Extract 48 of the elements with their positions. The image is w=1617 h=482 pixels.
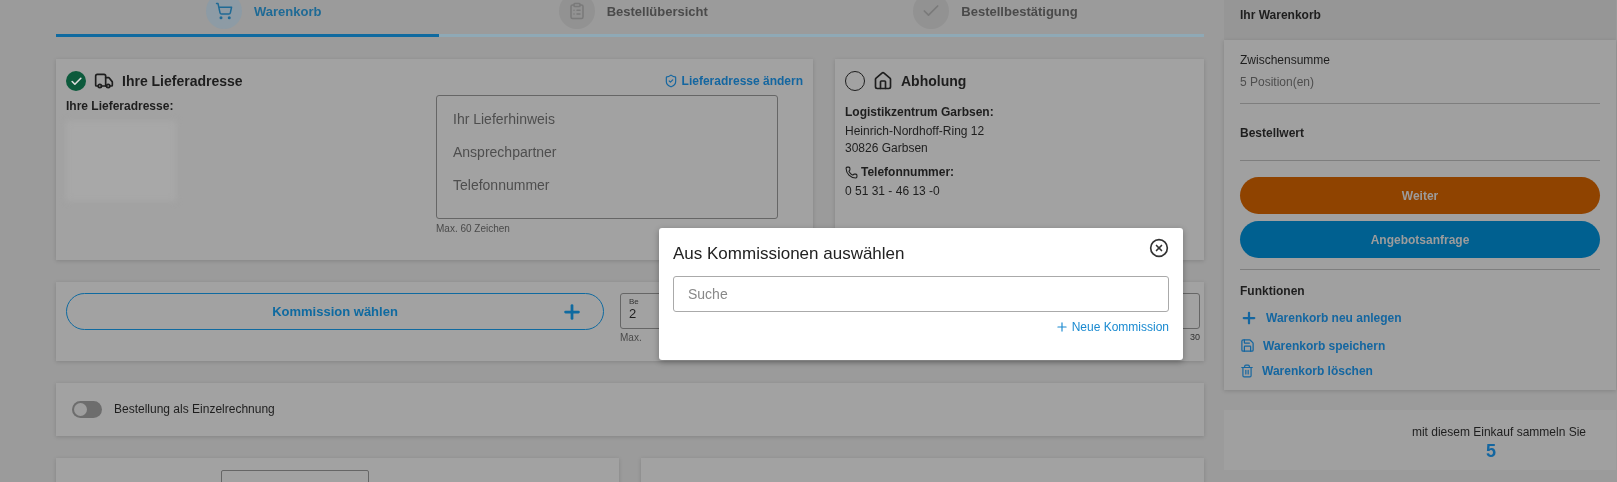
house-icon — [873, 71, 893, 91]
positions-count: 5 Position(en) — [1240, 75, 1316, 89]
continue-button[interactable]: Weiter — [1240, 177, 1600, 214]
phone-label: Telefonnummer: — [861, 165, 955, 179]
street-text: Heinrich-Nordhoff-Ring 12 — [845, 123, 986, 140]
delivery-input[interactable]: Ansprechpartner — [451, 135, 763, 168]
step-label[interactable]: Bestellübersicht — [606, 3, 708, 19]
cart-icon — [206, 0, 242, 29]
phone-number: 0 51 31 - 46 13 -0 — [845, 183, 941, 200]
cart-function-link[interactable]: Warenkorb neu anlegen — [1240, 309, 1600, 327]
card-title: Ihre Lieferadresse — [122, 73, 243, 89]
change-address-link[interactable]: Lieferadresse ändern — [663, 74, 803, 88]
close-icon[interactable] — [1149, 238, 1169, 258]
quote-request-button[interactable]: Angebotsanfrage — [1240, 221, 1600, 258]
plus-icon — [1240, 309, 1258, 327]
location-name: Logistikzentrum Garbsen: — [845, 105, 995, 119]
checkmark-icon[interactable] — [66, 71, 86, 91]
field-hint: Max. 60 Zeichen — [436, 223, 511, 234]
check-icon — [913, 0, 950, 29]
points-text: mit diesem Einkauf sammeln Sie — [1411, 424, 1586, 441]
cart-function-link[interactable]: Warenkorb speichern — [1240, 338, 1600, 353]
delivery-note-field[interactable]: Ihr Lieferhinweis Ansprechpartner Telefonnummer — [436, 95, 778, 219]
dialog-title: Aus Kommissionen auswählen — [673, 244, 906, 264]
step-label[interactable]: Warenkorb — [254, 3, 322, 19]
search-field[interactable]: Suche — [673, 276, 1169, 312]
cart-function-link[interactable]: Warenkorb löschen — [1240, 364, 1600, 378]
plus-icon — [1054, 320, 1069, 334]
list-icon — [558, 0, 595, 29]
toggle-label: Bestellung als Einzelrechnung — [114, 401, 275, 418]
points-value: 5 — [1486, 441, 1496, 462]
trash-icon — [1240, 364, 1254, 378]
van-icon — [94, 71, 114, 91]
card-title: Abholung — [901, 73, 967, 89]
shield-check-icon — [663, 74, 678, 88]
city-text: 30826 Garbsen — [845, 140, 929, 157]
step-label[interactable]: Bestellbestätigung — [961, 3, 1078, 19]
field-hint: Max. — [620, 332, 642, 343]
subtotal-label: Zwischensumme — [1240, 52, 1332, 69]
character-count: 30 — [1190, 332, 1200, 343]
delivery-input[interactable]: Telefonnummer — [451, 168, 763, 201]
functions-title: Funktionen — [1240, 284, 1306, 298]
order-value-label: Bestellwert — [1240, 126, 1306, 140]
delivery-input[interactable]: Ihr Lieferhinweis — [451, 102, 763, 135]
cart-header: Ihr Warenkorb — [1224, 0, 1616, 40]
new-commission-link[interactable]: Neue Kommission — [1054, 320, 1169, 334]
toggle-switch[interactable] — [72, 401, 102, 418]
address-label: Ihre Lieferadresse: — [66, 99, 175, 113]
phone-icon — [845, 165, 858, 179]
